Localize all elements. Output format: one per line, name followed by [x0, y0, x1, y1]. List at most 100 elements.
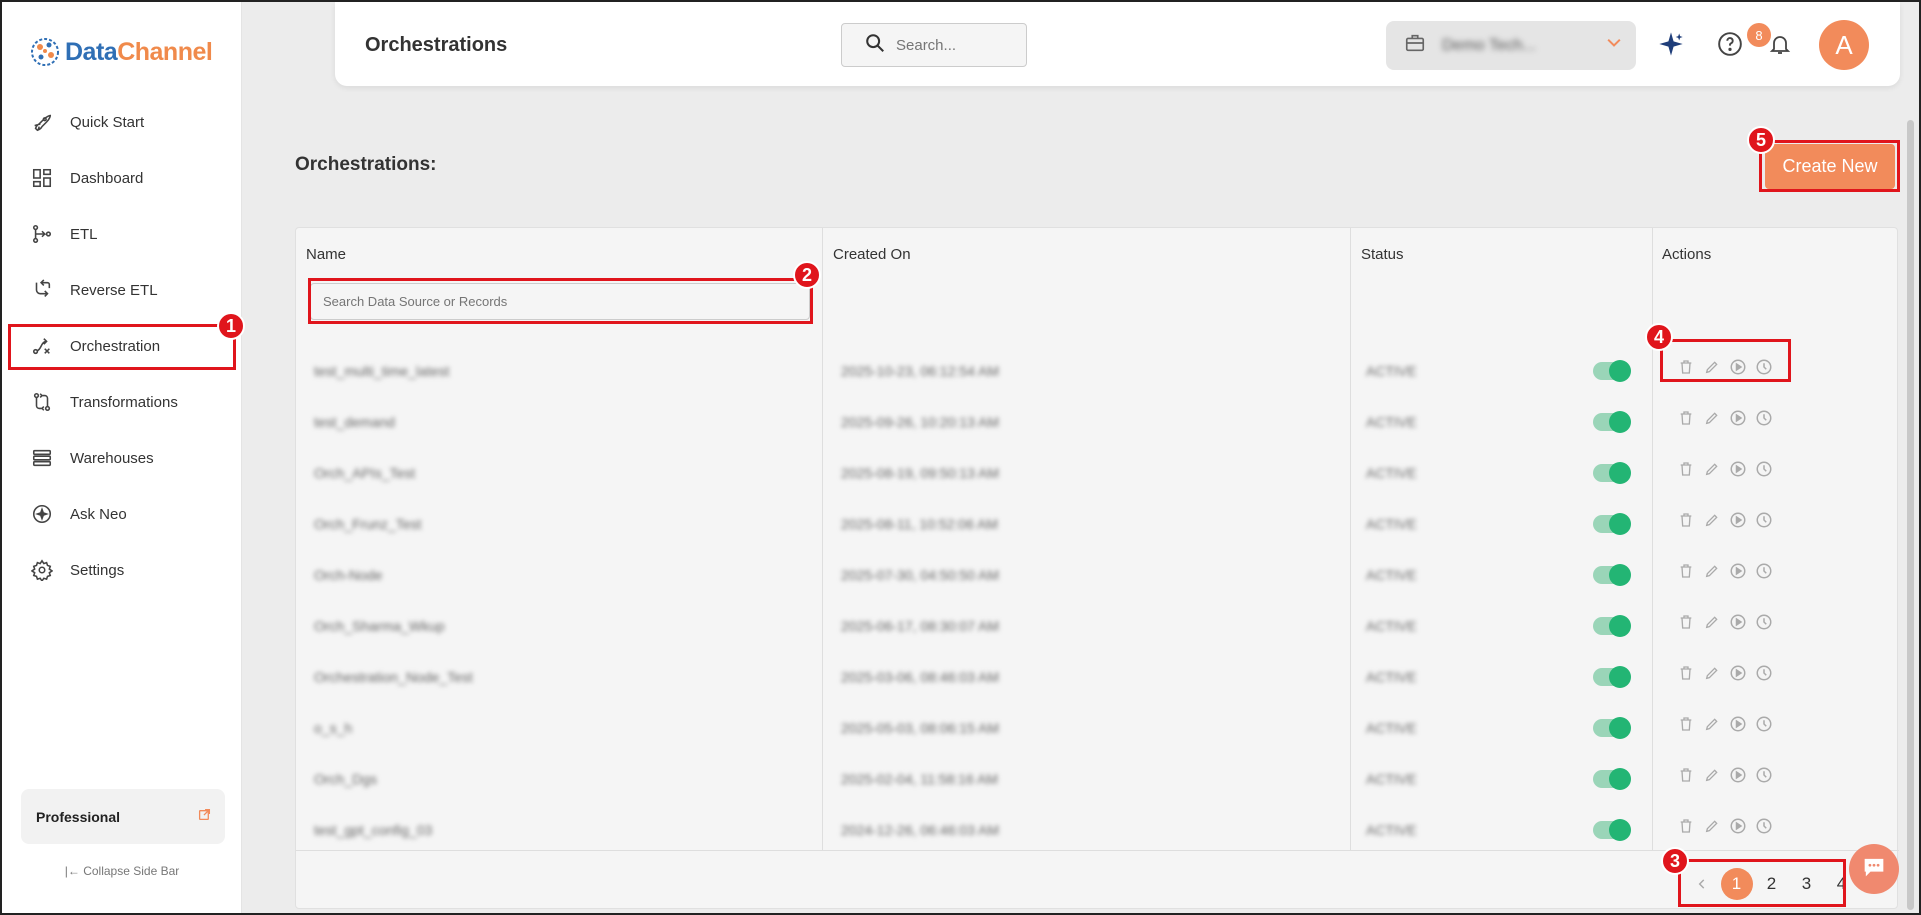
play-icon[interactable] [1728, 561, 1748, 581]
delete-icon[interactable] [1676, 816, 1696, 836]
sidebar-item-quick-start[interactable]: Quick Start [9, 100, 234, 144]
play-icon[interactable] [1728, 510, 1748, 530]
table-row[interactable]: Orch_Sharma_Wkup 2025-06-17, 08:30:07 AM A… [296, 601, 1899, 652]
edit-icon[interactable] [1702, 612, 1722, 632]
delete-icon[interactable] [1676, 408, 1696, 428]
status-toggle[interactable] [1593, 411, 1631, 433]
play-icon[interactable] [1728, 663, 1748, 683]
status-text: ACTIVE [1366, 567, 1417, 583]
chat-support-button[interactable] [1849, 844, 1899, 894]
edit-icon[interactable] [1702, 663, 1722, 683]
annotation-marker-5: 5 [1747, 126, 1775, 154]
status-toggle[interactable] [1593, 615, 1631, 637]
datachannel-logo[interactable]: DataChannel [29, 36, 213, 68]
header-search[interactable] [841, 23, 1027, 67]
orchestration-name[interactable]: Orchestration_Node_Test [314, 669, 473, 685]
status-toggle[interactable] [1593, 360, 1631, 382]
sidebar-item-dashboard[interactable]: Dashboard [9, 156, 234, 200]
plan-card[interactable]: Professional [21, 789, 225, 844]
status-toggle[interactable] [1593, 564, 1631, 586]
created-on: 2025-05-03, 08:06:15 AM [841, 720, 1000, 736]
edit-icon[interactable] [1702, 714, 1722, 734]
table-row[interactable]: test_demand 2025-09-26, 10:20:13 AM ACTIVE [296, 397, 1899, 448]
edit-icon[interactable] [1702, 408, 1722, 428]
table-row[interactable]: o_s_h 2025-05-03, 08:06:15 AM ACTIVE [296, 703, 1899, 754]
edit-icon[interactable] [1702, 561, 1722, 581]
help-icon[interactable] [1715, 29, 1745, 59]
bell-icon[interactable] [1765, 29, 1795, 59]
sidebar-item-transformations[interactable]: Transformations [9, 380, 234, 424]
orchestration-name[interactable]: Orch_APIs_Test [314, 465, 415, 481]
edit-icon[interactable] [1702, 816, 1722, 836]
row-actions [1676, 612, 1774, 632]
play-icon[interactable] [1728, 612, 1748, 632]
sidebar-item-settings[interactable]: Settings [9, 548, 234, 592]
delete-icon[interactable] [1676, 765, 1696, 785]
status-toggle[interactable] [1593, 666, 1631, 688]
table-row[interactable]: Orch_APIs_Test 2025-08-19, 09:50:13 AM ACT… [296, 448, 1899, 499]
orchestration-name[interactable]: Orch_Dgs [314, 771, 377, 787]
table-row[interactable]: test_gpt_config_03 2024-12-26, 06:46:03 A… [296, 805, 1899, 856]
delete-icon[interactable] [1676, 612, 1696, 632]
orchestration-name[interactable]: test_multi_time_latest [314, 363, 449, 379]
play-icon[interactable] [1728, 408, 1748, 428]
sidebar-item-reverse-etl[interactable]: Reverse ETL [9, 268, 234, 312]
orchestration-name[interactable]: Orch_Frunz_Test [314, 516, 421, 532]
toggle-knob [1609, 360, 1631, 382]
delete-icon[interactable] [1676, 459, 1696, 479]
page-scrollbar[interactable] [1907, 120, 1914, 910]
schedule-icon[interactable] [1754, 816, 1774, 836]
section-heading: Orchestrations: [295, 154, 437, 175]
orchestration-name[interactable]: Orch-Node [314, 567, 382, 583]
sidebar-item-label: Quick Start [70, 113, 145, 131]
schedule-icon[interactable] [1754, 663, 1774, 683]
play-icon[interactable] [1728, 765, 1748, 785]
external-link-icon[interactable] [198, 808, 211, 826]
play-icon[interactable] [1728, 816, 1748, 836]
sidebar-item-warehouses[interactable]: Warehouses [9, 436, 234, 480]
edit-icon[interactable] [1702, 459, 1722, 479]
schedule-icon[interactable] [1754, 510, 1774, 530]
play-icon[interactable] [1728, 714, 1748, 734]
status-toggle[interactable] [1593, 717, 1631, 739]
sidebar-item-label: Transformations [70, 393, 178, 411]
schedule-icon[interactable] [1754, 408, 1774, 428]
schedule-icon[interactable] [1754, 765, 1774, 785]
workspace-selector[interactable]: Demo Tech... [1386, 21, 1636, 70]
status-toggle[interactable] [1593, 462, 1631, 484]
status-toggle[interactable] [1593, 768, 1631, 790]
status-toggle[interactable] [1593, 513, 1631, 535]
table-row[interactable]: Orch-Node 2025-07-30, 04:50:50 AM ACTIVE [296, 550, 1899, 601]
toggle-knob [1609, 615, 1631, 637]
schedule-icon[interactable] [1754, 561, 1774, 581]
schedule-icon[interactable] [1754, 714, 1774, 734]
orchestration-name[interactable]: test_gpt_config_03 [314, 822, 432, 838]
delete-icon[interactable] [1676, 714, 1696, 734]
created-on: 2025-08-19, 09:50:13 AM [841, 465, 1000, 481]
collapse-sidebar-button[interactable]: |← Collapse Side Bar [2, 864, 242, 878]
edit-icon[interactable] [1702, 765, 1722, 785]
rocket-icon [29, 109, 55, 135]
orchestration-name[interactable]: test_demand [314, 414, 395, 430]
play-icon[interactable] [1728, 459, 1748, 479]
toggle-knob [1609, 717, 1631, 739]
search-input[interactable] [896, 36, 1006, 54]
table-row[interactable]: Orch_Frunz_Test 2025-08-11, 10:52:06 AM AC… [296, 499, 1899, 550]
schedule-icon[interactable] [1754, 612, 1774, 632]
table-row[interactable]: Orch_Dgs 2025-02-04, 11:58:16 AM ACTIVE [296, 754, 1899, 805]
user-avatar[interactable]: A [1819, 20, 1869, 70]
delete-icon[interactable] [1676, 663, 1696, 683]
edit-icon[interactable] [1702, 510, 1722, 530]
sparkle-ai-icon[interactable] [1656, 29, 1686, 59]
status-toggle[interactable] [1593, 819, 1631, 841]
table-row[interactable]: test_multi_time_latest 2025-10-23, 06:12:… [296, 346, 1899, 397]
schedule-icon[interactable] [1754, 459, 1774, 479]
sidebar-item-ask-neo[interactable]: Ask Neo [9, 492, 234, 536]
orchestration-name[interactable]: o_s_h [314, 720, 352, 736]
briefcase-icon [1404, 32, 1426, 59]
delete-icon[interactable] [1676, 510, 1696, 530]
table-row[interactable]: Orchestration_Node_Test 2025-03-06, 08:46… [296, 652, 1899, 703]
delete-icon[interactable] [1676, 561, 1696, 581]
orchestration-name[interactable]: Orch_Sharma_Wkup [314, 618, 445, 634]
sidebar-item-etl[interactable]: ETL [9, 212, 234, 256]
